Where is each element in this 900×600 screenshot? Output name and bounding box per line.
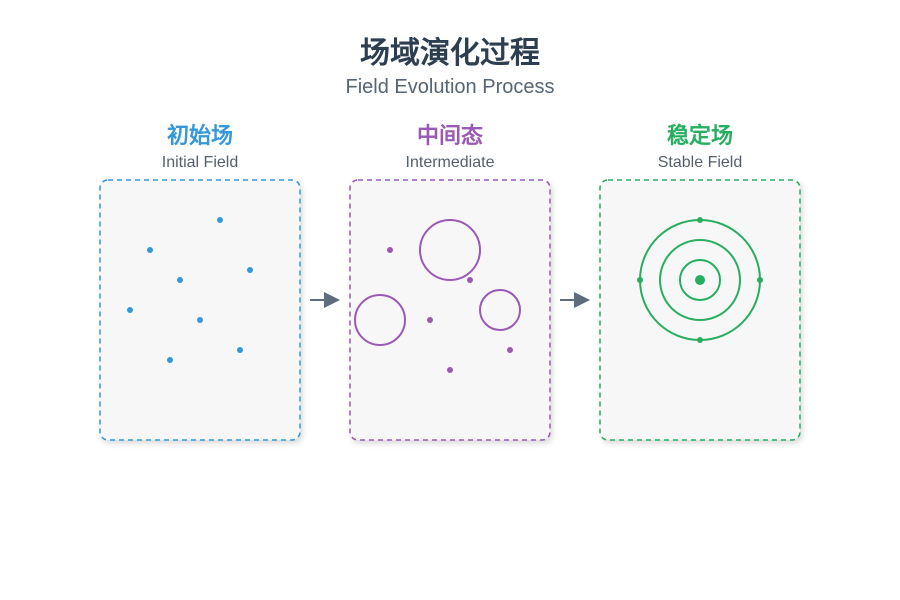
orbit-node: [757, 277, 763, 283]
particle-dot: [177, 277, 183, 283]
stage-title-stable: 稳定场: [666, 124, 733, 149]
particle-dot: [387, 247, 393, 253]
panel-stable-field: [599, 179, 801, 441]
particle-dot: [467, 277, 473, 283]
orbit-node: [637, 277, 643, 283]
stage-subtitle-stable: Stable Field: [657, 154, 743, 171]
panel-initial-field: [99, 179, 301, 441]
main-title: 场域演化过程: [360, 36, 540, 71]
core-dot: [695, 275, 705, 285]
particle-dot: [217, 217, 223, 223]
main-subtitle: Field Evolution Process: [345, 76, 555, 98]
particle-dot: [247, 267, 253, 273]
stage-subtitle-intermediate: Intermediate: [405, 154, 495, 171]
particle-dot: [197, 317, 203, 323]
stage-title-intermediate: 中间态: [416, 124, 483, 149]
particle-dot: [167, 357, 173, 363]
orbit-node: [697, 337, 703, 343]
panel-intermediate: [349, 179, 551, 441]
stage-title-initial: 初始场: [166, 124, 233, 149]
stage-subtitle-initial: Initial Field: [161, 154, 239, 171]
particle-dot: [147, 247, 153, 253]
particle-dot: [447, 367, 453, 373]
particle-dot: [507, 347, 513, 353]
field-evolution-diagram: 场域演化过程 Field Evolution Process 初始场 Initi…: [0, 0, 900, 600]
particle-dot: [127, 307, 133, 313]
orbit-node: [697, 217, 703, 223]
particle-dot: [427, 317, 433, 323]
particle-dot: [237, 347, 243, 353]
